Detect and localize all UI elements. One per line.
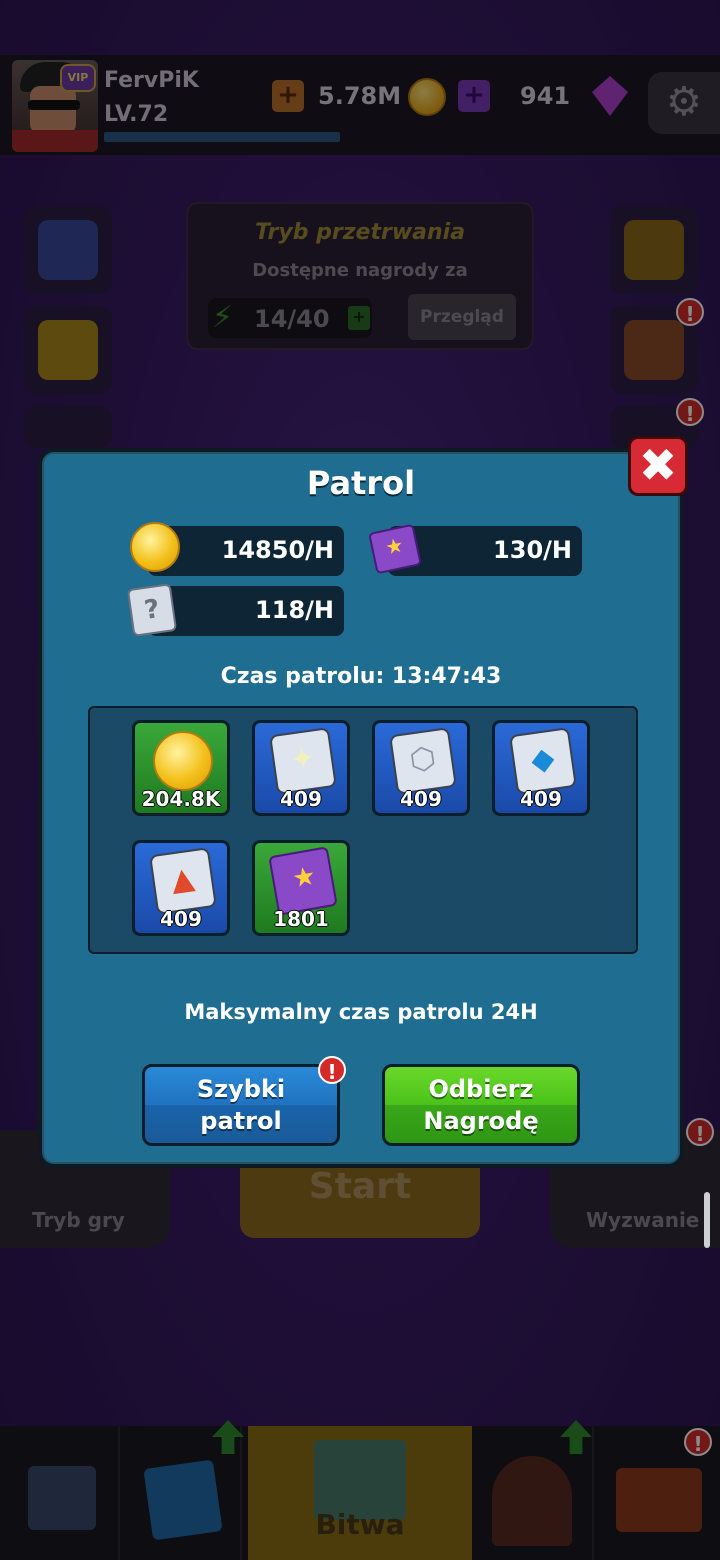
quick-patrol-label-line1: Szybki (196, 1075, 286, 1103)
claim-reward-button[interactable]: Odbierz Nagrodę (382, 1064, 580, 1146)
ice-card-icon: ◆ (509, 727, 577, 795)
cards-rate-value: 118/H (255, 596, 334, 624)
patrol-time: Czas patrolu: 13:47:43 (220, 664, 502, 689)
gold-rate-value: 14850/H (221, 536, 334, 564)
reward-amount: 1801 (273, 907, 329, 931)
reward-card-light[interactable]: ✦ 409 (252, 720, 350, 816)
reward-amount: 409 (400, 787, 442, 811)
reward-card-ice[interactable]: ◆ 409 (492, 720, 590, 816)
reward-amount: 409 (520, 787, 562, 811)
coin-icon (130, 522, 180, 572)
quick-patrol-label-line2: patrol (200, 1107, 282, 1135)
book-icon (268, 846, 338, 916)
reward-card-fire[interactable]: ▲ 409 (132, 840, 230, 936)
patrol-modal: Patrol 14850/H 130/H 118/H ? Czas patrol… (38, 448, 684, 1168)
modal-title: Patrol (306, 464, 416, 502)
reward-book[interactable]: 1801 (252, 840, 350, 936)
rewards-grid: 204.8K ✦ 409 ⬡ 409 ◆ 409 ▲ 409 1801 (88, 706, 638, 954)
scrollbar[interactable] (704, 1192, 710, 1248)
reward-amount: 409 (280, 787, 322, 811)
fire-card-icon: ▲ (149, 847, 217, 915)
close-button[interactable]: ✖ (628, 436, 688, 496)
quick-patrol-button[interactable]: Szybki patrol (142, 1064, 340, 1146)
mystery-card-icon: ? (126, 583, 178, 637)
coin-icon (153, 731, 213, 791)
books-rate-value: 130/H (493, 536, 572, 564)
alert-icon: ! (318, 1056, 346, 1084)
reward-amount: 204.8K (141, 787, 221, 811)
reward-amount: 409 (160, 907, 202, 931)
claim-label-line2: Nagrodę (423, 1107, 539, 1135)
light-card-icon: ✦ (269, 727, 337, 795)
max-patrol-time: Maksymalny czas patrolu 24H (184, 1000, 538, 1024)
cards-rate: 118/H (148, 586, 344, 636)
close-icon: ✖ (638, 438, 678, 492)
reward-gold[interactable]: 204.8K (132, 720, 230, 816)
nut-card-icon: ⬡ (389, 727, 457, 795)
reward-card-nut[interactable]: ⬡ 409 (372, 720, 470, 816)
claim-label-line1: Odbierz (428, 1075, 534, 1103)
